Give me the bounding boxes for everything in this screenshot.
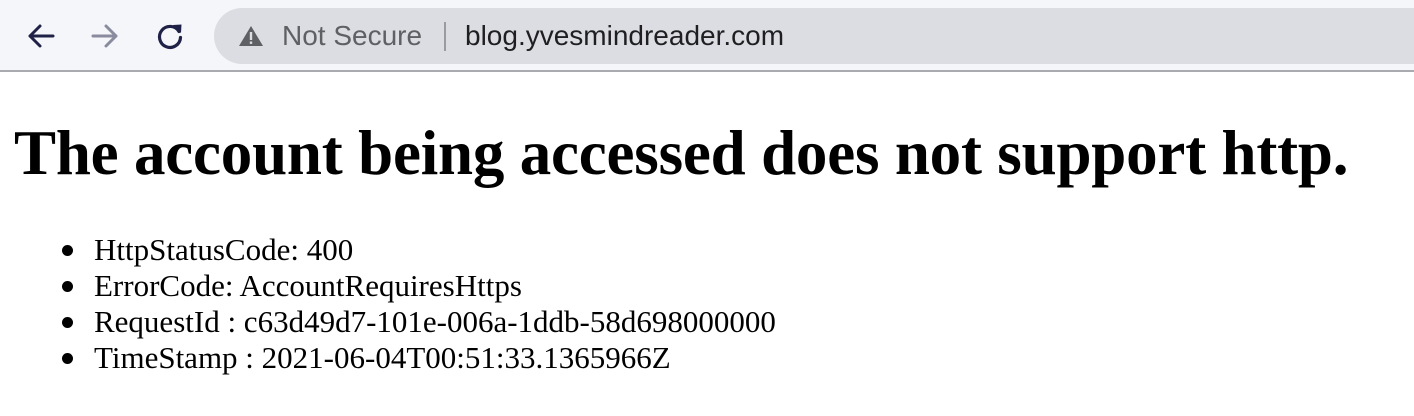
url-text[interactable]: blog.yvesmindreader.com <box>465 8 784 64</box>
warning-triangle-icon[interactable] <box>238 25 264 47</box>
reload-icon <box>157 24 183 50</box>
arrow-left-icon <box>28 24 55 48</box>
forward-button[interactable] <box>85 16 125 56</box>
list-item: RequestId : c63d49d7-101e-006a-1ddb-58d6… <box>0 304 776 340</box>
omnibox-divider <box>444 22 446 51</box>
detail-text: RequestId : c63d49d7-101e-006a-1ddb-58d6… <box>94 304 776 339</box>
bullet-icon <box>62 353 73 364</box>
address-bar[interactable]: Not Secure blog.yvesmindreader.com <box>214 8 1414 64</box>
detail-text: ErrorCode: AccountRequiresHttps <box>94 268 522 303</box>
detail-text: HttpStatusCode: 400 <box>94 232 354 267</box>
back-button[interactable] <box>21 16 61 56</box>
list-item: HttpStatusCode: 400 <box>0 232 776 268</box>
browser-toolbar: Not Secure blog.yvesmindreader.com <box>0 0 1414 72</box>
page-title: The account being accessed does not supp… <box>14 118 1349 188</box>
bullet-icon <box>62 245 73 256</box>
bullet-icon <box>62 317 73 328</box>
arrow-right-icon <box>91 24 118 48</box>
page-content: The account being accessed does not supp… <box>0 74 1414 416</box>
error-details-list: HttpStatusCode: 400 ErrorCode: AccountRe… <box>0 232 776 376</box>
list-item: TimeStamp : 2021-06-04T00:51:33.1365966Z <box>0 340 776 376</box>
list-item: ErrorCode: AccountRequiresHttps <box>0 268 776 304</box>
detail-text: TimeStamp : 2021-06-04T00:51:33.1365966Z <box>94 340 671 375</box>
bullet-icon <box>62 281 73 292</box>
security-status-label[interactable]: Not Secure <box>282 8 422 64</box>
reload-button[interactable] <box>150 16 190 56</box>
